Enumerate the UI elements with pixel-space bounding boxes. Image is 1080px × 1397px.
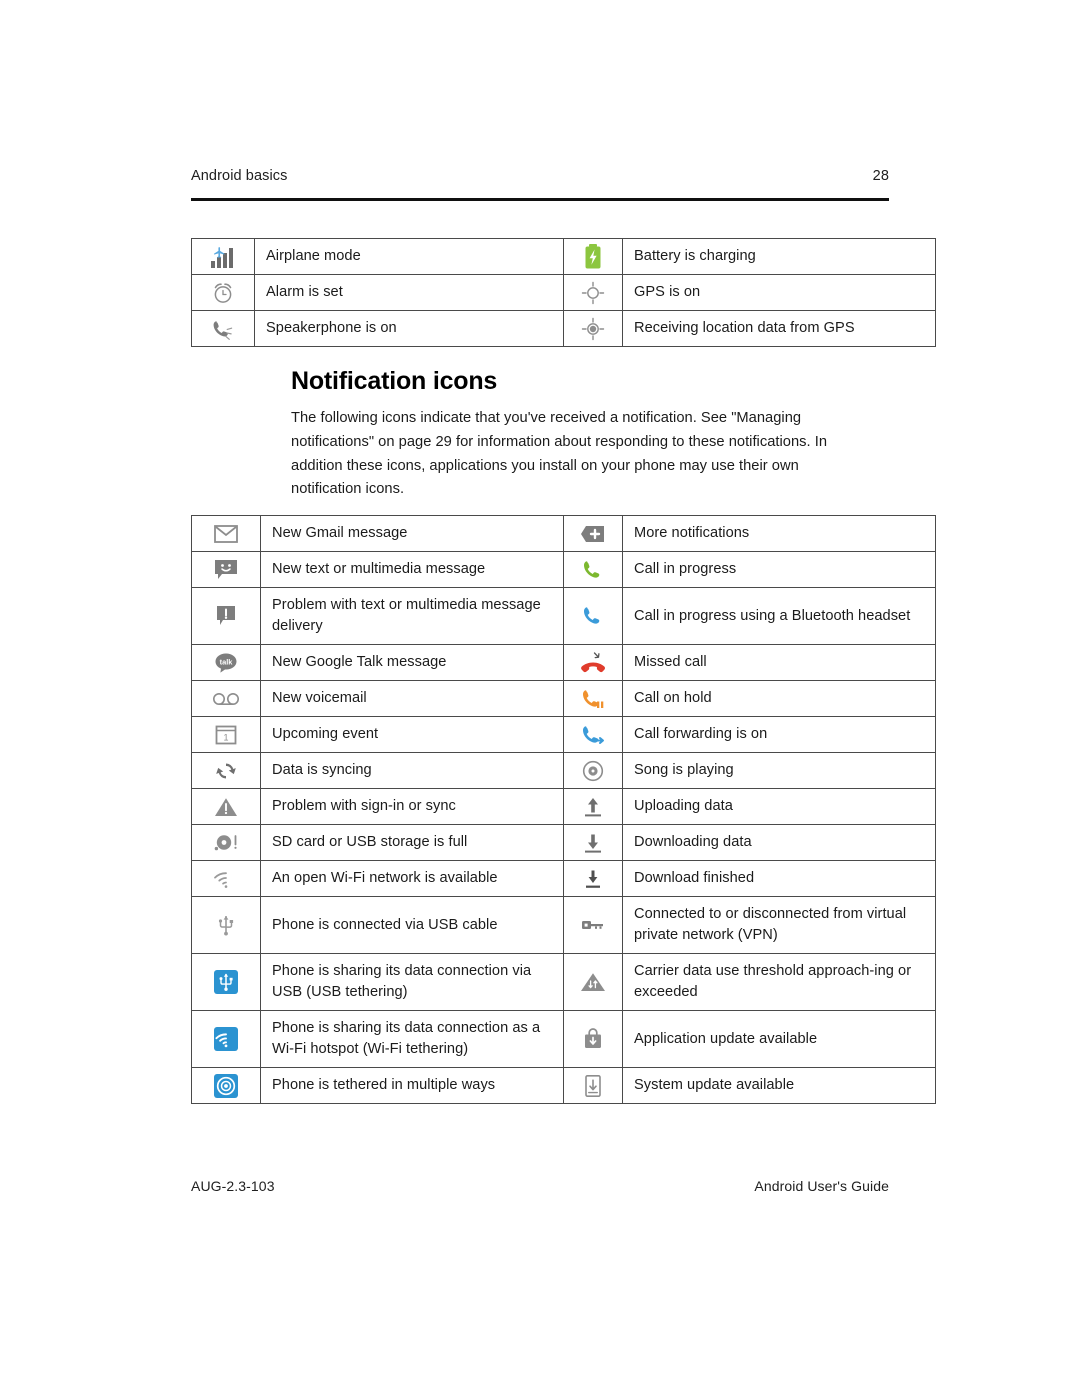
notification-label: Phone is sharing its data connection via… — [260, 953, 564, 1011]
usb-tethering-icon — [191, 953, 261, 1011]
airplane-mode-icon — [191, 238, 255, 275]
multiple-tethering-icon — [191, 1067, 261, 1104]
music-playing-icon — [563, 752, 623, 789]
section-paragraph: The following icons indicate that you've… — [291, 410, 828, 498]
download-icon — [563, 824, 623, 861]
status-label: Battery is charging — [622, 238, 936, 275]
table-row: An open Wi-Fi network is available Downl… — [191, 860, 936, 897]
status-icons-table: Airplane mode Battery is charging Alarm … — [191, 238, 936, 347]
gps-receiving-icon — [563, 310, 623, 347]
svg-text:1: 1 — [223, 732, 228, 742]
message-problem-icon — [191, 587, 261, 645]
notification-label: Missed call — [622, 644, 936, 681]
notification-label: Phone is connected via USB cable — [260, 896, 564, 954]
open-wifi-icon — [191, 860, 261, 897]
page-number: 28 — [872, 168, 889, 184]
notification-label: More notifications — [622, 515, 936, 552]
table-row: Airplane mode Battery is charging — [191, 238, 936, 275]
more-notifications-icon — [563, 515, 623, 552]
call-bluetooth-icon — [563, 587, 623, 645]
table-row: New voicemail Call on hold — [191, 680, 936, 717]
call-forwarding-icon — [563, 716, 623, 753]
table-row: Data is syncing Song is playing — [191, 752, 936, 789]
notification-label: New voicemail — [260, 680, 564, 717]
table-row: Phone is tethered in multiple ways Syste… — [191, 1067, 936, 1104]
table-row: Phone is sharing its data connection via… — [191, 953, 936, 1011]
notification-label: Problem with sign-in or sync — [260, 788, 564, 825]
notification-icons-table: New Gmail message More notifications New… — [191, 515, 936, 1104]
missed-call-icon — [563, 644, 623, 681]
app-update-icon — [563, 1010, 623, 1068]
call-on-hold-icon — [563, 680, 623, 717]
upload-icon — [563, 788, 623, 825]
document-code: AUG-2.3-103 — [191, 1178, 275, 1194]
table-row: SD card or USB storage is full Downloadi… — [191, 824, 936, 861]
guide-title: Android User's Guide — [754, 1178, 889, 1194]
table-row: Problem with sign-in or sync Uploading d… — [191, 788, 936, 825]
running-header: Android basics 28 — [191, 168, 889, 184]
notification-label: Carrier data use threshold approach-ing … — [622, 953, 936, 1011]
notification-label: System update available — [622, 1067, 936, 1104]
notification-label: New Google Talk message — [260, 644, 564, 681]
status-label: Speakerphone is on — [254, 310, 564, 347]
status-label: Airplane mode — [254, 238, 564, 275]
battery-charging-icon — [563, 238, 623, 275]
notification-label: Call in progress using a Bluetooth heads… — [622, 587, 936, 645]
table-row: Phone is connected via USB cable Connect… — [191, 896, 936, 954]
sync-icon — [191, 752, 261, 789]
notification-label: Download finished — [622, 860, 936, 897]
notification-label: Call on hold — [622, 680, 936, 717]
vpn-icon — [563, 896, 623, 954]
table-row: New text or multimedia message Call in p… — [191, 551, 936, 588]
notification-label: Application update available — [622, 1010, 936, 1068]
notification-label: SD card or USB storage is full — [260, 824, 564, 861]
notification-label: Problem with text or multimedia message … — [260, 587, 564, 645]
status-label: GPS is on — [622, 274, 936, 311]
status-label: Receiving location data from GPS — [622, 310, 936, 347]
voicemail-icon — [191, 680, 261, 717]
notification-label: Phone is tethered in multiple ways — [260, 1067, 564, 1104]
notification-label: Uploading data — [622, 788, 936, 825]
table-row: 1 Upcoming event Call forwarding is on — [191, 716, 936, 753]
download-finished-icon — [563, 860, 623, 897]
call-in-progress-icon — [563, 551, 623, 588]
calendar-event-icon: 1 — [191, 716, 261, 753]
notification-label: Call in progress — [622, 551, 936, 588]
chapter-title: Android basics — [191, 168, 288, 184]
table-row: New Gmail message More notifications — [191, 515, 936, 552]
header-divider — [191, 198, 889, 201]
svg-text:talk: talk — [220, 657, 234, 666]
system-update-icon — [563, 1067, 623, 1104]
page-footer: AUG-2.3-103 Android User's Guide — [191, 1178, 889, 1194]
section-heading: Notification icons — [291, 367, 498, 395]
notification-label: Song is playing — [622, 752, 936, 789]
table-row: Alarm is set GPS is on — [191, 274, 936, 311]
notification-label: Call forwarding is on — [622, 716, 936, 753]
alarm-clock-icon — [191, 274, 255, 311]
notification-label: Phone is sharing its data connection as … — [260, 1010, 564, 1068]
gmail-icon — [191, 515, 261, 552]
wifi-tethering-icon — [191, 1010, 261, 1068]
notification-label: Downloading data — [622, 824, 936, 861]
usb-connected-icon — [191, 896, 261, 954]
notification-label: New text or multimedia message — [260, 551, 564, 588]
table-row: Speakerphone is on Receiving location da… — [191, 310, 936, 347]
document-page: Android basics 28 Airplane mode Battery … — [0, 0, 1080, 1397]
gps-on-icon — [563, 274, 623, 311]
notification-label: Data is syncing — [260, 752, 564, 789]
speakerphone-icon — [191, 310, 255, 347]
notification-label: Upcoming event — [260, 716, 564, 753]
table-row: Phone is sharing its data connection as … — [191, 1010, 936, 1068]
sync-problem-icon — [191, 788, 261, 825]
table-row: Problem with text or multimedia message … — [191, 587, 936, 645]
sd-card-full-icon — [191, 824, 261, 861]
notification-label: An open Wi-Fi network is available — [260, 860, 564, 897]
notification-label: New Gmail message — [260, 515, 564, 552]
google-talk-icon: talk — [191, 644, 261, 681]
status-label: Alarm is set — [254, 274, 564, 311]
notification-label: Connected to or disconnected from virtua… — [622, 896, 936, 954]
carrier-data-threshold-icon — [563, 953, 623, 1011]
sms-message-icon — [191, 551, 261, 588]
table-row: talk New Google Talk message Missed call — [191, 644, 936, 681]
